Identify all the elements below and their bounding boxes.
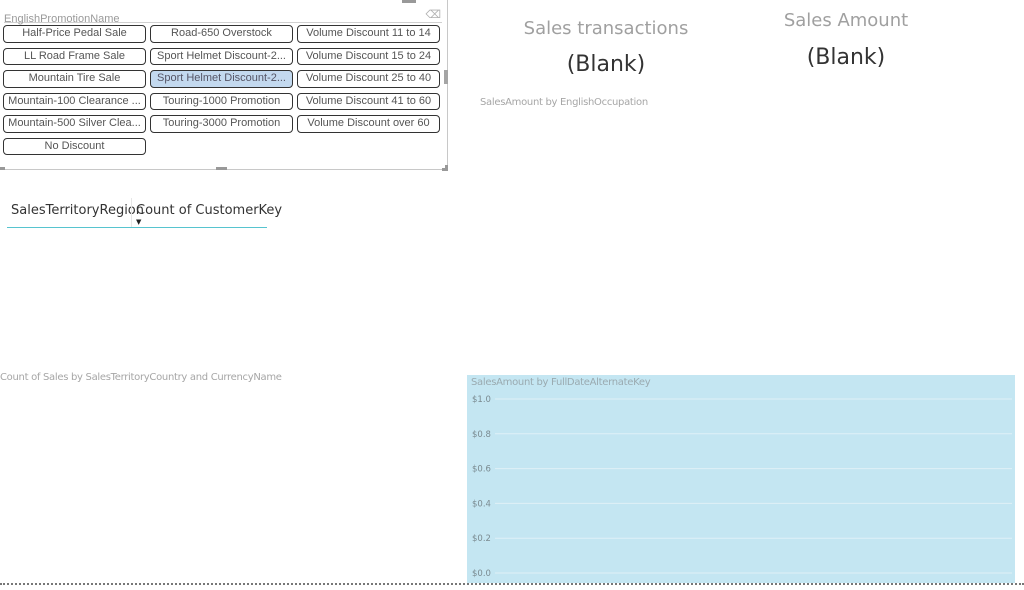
visual-title-country: Count of Sales by SalesTerritoryCountry … (0, 372, 282, 383)
slicer-header: EnglishPromotionName ⌫ (4, 9, 442, 25)
slicer-item[interactable]: Mountain-100 Clearance ... (3, 92, 146, 110)
visual-title-occupation: SalesAmount by EnglishOccupation (480, 97, 648, 108)
resize-handle-bottom-left[interactable] (0, 167, 5, 170)
card-value: (Blank) (566, 52, 646, 77)
slicer-item[interactable]: Touring-3000 Promotion (150, 115, 293, 133)
eraser-icon[interactable]: ⌫ (425, 9, 441, 21)
card-value: (Blank) (806, 45, 886, 70)
column-header-region[interactable]: SalesTerritoryRegion (7, 198, 144, 227)
slicer-item[interactable]: Mountain-500 Silver Clea... (3, 115, 146, 133)
slicer-item[interactable]: Touring-1000 Promotion (150, 92, 293, 110)
slicer-items: Half-Price Pedal Sale Road-650 Overstock V… (3, 25, 443, 155)
card-label: Sales Amount (783, 10, 909, 31)
slicer-item[interactable]: Volume Discount over 60 (297, 115, 440, 133)
slicer-title: EnglishPromotionName (4, 13, 120, 25)
slicer-item[interactable]: Half-Price Pedal Sale (3, 25, 146, 43)
slicer-item[interactable]: Mountain Tire Sale (3, 70, 146, 88)
y-tick-label: $0.2 (472, 534, 491, 544)
y-tick-label: $0.0 (472, 569, 491, 579)
resize-handle-bottom[interactable] (216, 167, 227, 170)
slicer-item[interactable]: Volume Discount 41 to 60 (297, 92, 440, 110)
card-sales-transactions[interactable]: Sales transactions (Blank) (506, 18, 706, 77)
slicer-scrollbar[interactable] (444, 70, 448, 84)
resize-handle-corner[interactable] (442, 165, 448, 171)
chart-plot: $0.0 $0.2 $0.4 $0.6 $0.8 $1.0 (472, 395, 1012, 579)
card-label: Sales transactions (523, 18, 689, 39)
slicer-item[interactable]: Volume Discount 25 to 40 (297, 70, 440, 88)
slicer-item[interactable]: Volume Discount 15 to 24 (297, 47, 440, 65)
sales-amount-line-chart[interactable]: SalesAmount by FullDateAlternateKey $0.0… (467, 375, 1015, 583)
slicer-item[interactable]: Volume Discount 11 to 14 (297, 25, 440, 43)
slicer-item[interactable]: Sport Helmet Discount-2... (150, 70, 293, 88)
y-tick-label: $0.8 (472, 430, 491, 440)
y-tick-label: $0.4 (472, 499, 491, 509)
page-boundary (0, 583, 1024, 585)
promotion-slicer: EnglishPromotionName ⌫ Half-Price Pedal … (0, 0, 448, 171)
resize-handle-top[interactable] (402, 0, 416, 3)
slicer-item[interactable]: LL Road Frame Sale (3, 47, 146, 65)
card-sales-amount[interactable]: Sales Amount (Blank) (746, 10, 946, 70)
region-table-header: SalesTerritoryRegion Count of CustomerKe… (7, 198, 282, 228)
slicer-item[interactable]: No Discount (3, 137, 146, 155)
column-header-count[interactable]: Count of CustomerKey ▼ (131, 198, 286, 227)
slicer-item[interactable]: Road-650 Overstock (150, 25, 293, 43)
sort-descending-icon[interactable]: ▼ (136, 219, 141, 226)
column-header-count-label: Count of CustomerKey (136, 203, 283, 218)
slicer-item[interactable]: Sport Helmet Discount-2... (150, 47, 293, 65)
y-tick-label: $1.0 (472, 395, 491, 405)
y-tick-label: $0.6 (472, 465, 491, 475)
